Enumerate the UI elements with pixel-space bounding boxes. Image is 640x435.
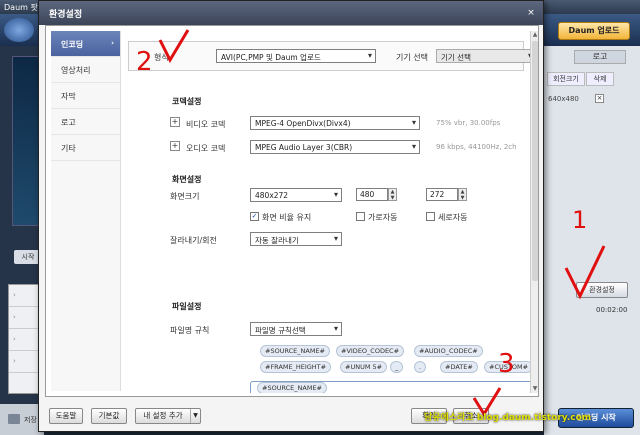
device-select[interactable]: 기기 선택 — [436, 49, 532, 63]
format-label: 형식 — [154, 53, 169, 62]
filename-rule-select[interactable]: 파일명 규칙선택 — [250, 322, 342, 336]
video-codec-label: 비디오 코덱 — [186, 120, 226, 129]
app-logo-icon — [4, 18, 34, 42]
list-item[interactable]: › — [9, 307, 41, 329]
nav-item-label: 인코딩 — [61, 40, 84, 49]
tag-frame-height[interactable]: #FRAME_HEIGHT# — [260, 361, 332, 373]
chevron-right-icon: › — [111, 39, 114, 47]
tag-date[interactable]: #DATE# — [440, 361, 478, 373]
auto-height-checkbox[interactable] — [426, 212, 435, 221]
app-title: Daum 팟 — [4, 3, 38, 12]
nav-item-label: 자막 — [61, 92, 76, 101]
content-scrollbar[interactable]: ▲ ▼ — [530, 31, 538, 393]
settings-nav: 인코딩 › 영상처리 자막 로고 기타 — [51, 31, 121, 391]
tag-source-name[interactable]: #SOURCE_NAME# — [260, 345, 331, 357]
app-right-panel — [544, 46, 640, 435]
nav-item-label: 로고 — [61, 118, 76, 127]
folder-icon[interactable] — [8, 414, 20, 424]
auto-width-label: 가로자동 — [368, 213, 398, 222]
resolution-value: 640x480 — [548, 95, 579, 103]
list-item[interactable]: › — [9, 351, 41, 373]
nav-item-logo[interactable]: 로고 — [51, 109, 120, 135]
column-header-delete: 삭제 — [586, 72, 614, 86]
width-input[interactable]: 480 — [356, 188, 388, 201]
settings-content: 형식 AVI(PC,PMP 및 Daum 업로드 기기 선택 기기 선택 코덱설… — [124, 31, 532, 393]
height-stepper[interactable]: ▲ ▼ — [458, 188, 467, 201]
tag-audio-codec[interactable]: #AUDIO_CODEC# — [414, 345, 483, 357]
filename-input[interactable]: #SOURCE_NAME# — [250, 381, 532, 393]
settings-dialog: 환경설정 × 인코딩 › 영상처리 자막 로고 기타 형식 AVI(PC,PMP… — [38, 0, 544, 432]
save-label: 저장 — [24, 416, 37, 424]
dialog-title: 환경설정 — [39, 1, 543, 25]
device-label: 기기 선택 — [396, 53, 428, 62]
tag-underscore[interactable]: _ — [390, 361, 404, 373]
tag-custom[interactable]: #CUSTOM# — [484, 361, 532, 373]
nav-item-subtitle[interactable]: 자막 — [51, 83, 120, 109]
add-my-setting-label: 내 설정 추가 — [143, 411, 183, 420]
remove-icon[interactable]: × — [595, 94, 604, 103]
list-item[interactable]: › — [9, 285, 41, 307]
height-input[interactable]: 272 — [426, 188, 458, 201]
scroll-down-icon[interactable]: ▼ — [531, 385, 539, 393]
list-item[interactable]: › — [9, 329, 41, 351]
keep-ratio-label: 화면 비율 유지 — [262, 213, 312, 222]
scroll-thumb[interactable] — [532, 41, 538, 281]
nav-item-encoding[interactable]: 인코딩 › — [51, 31, 120, 57]
audio-codec-label: 오디오 코덱 — [186, 144, 226, 153]
chevron-down-icon[interactable]: ▼ — [190, 409, 200, 423]
timeline-time: 00:02:00 — [596, 306, 628, 314]
env-settings-button[interactable]: 환경설정 — [576, 282, 628, 298]
nav-item-etc[interactable]: 기타 — [51, 135, 120, 161]
video-codec-expand-icon[interactable]: + — [170, 117, 180, 127]
filename-tag: #SOURCE_NAME# — [257, 382, 328, 393]
tag-video-codec[interactable]: #VIDEO_CODEC# — [336, 345, 405, 357]
screen-section-title: 화면설정 — [172, 175, 202, 184]
filename-rule-label: 파일명 규칙 — [170, 326, 210, 335]
audio-codec-hint: 96 kbps, 44100Hz, 2ch — [436, 143, 517, 151]
crop-label: 잘라내기/회전 — [170, 236, 217, 245]
codec-section-title: 코덱설정 — [172, 97, 202, 106]
default-button[interactable]: 기본값 — [91, 408, 127, 424]
file-list: › › › › — [8, 284, 42, 394]
add-my-setting-button[interactable]: 내 설정 추가 ▼ — [135, 408, 201, 424]
screen-size-select[interactable]: 480x272 — [250, 188, 342, 202]
video-codec-hint: 75% vbr, 30.00fps — [436, 119, 501, 127]
crop-select[interactable]: 자동 잘라내기 — [250, 232, 342, 246]
blog-watermark: 담유에스라고 blog.daum.tistory.com — [424, 413, 592, 423]
file-section-title: 파일설정 — [172, 302, 202, 311]
audio-codec-select[interactable]: MPEG Audio Layer 3(CBR) — [250, 140, 420, 154]
tag-dot[interactable]: . — [414, 361, 427, 373]
scroll-up-icon[interactable]: ▲ — [531, 31, 539, 39]
daum-upload-button[interactable]: Daum 업로드 — [558, 22, 630, 40]
video-codec-select[interactable]: MPEG-4 OpenDivx(Divx4) — [250, 116, 420, 130]
width-stepper[interactable]: ▲ ▼ — [388, 188, 397, 201]
column-header-rotate: 회전크기 — [547, 72, 585, 86]
keep-ratio-checkbox[interactable]: ✓ — [250, 212, 259, 221]
dialog-body: 인코딩 › 영상처리 자막 로고 기타 형식 AVI(PC,PMP 및 Daum… — [45, 25, 539, 397]
close-icon[interactable]: × — [525, 7, 537, 19]
format-select[interactable]: AVI(PC,PMP 및 Daum 업로드 — [216, 49, 376, 63]
help-button[interactable]: 도움말 — [49, 408, 83, 424]
nav-item-video-processing[interactable]: 영상처리 — [51, 57, 120, 83]
tag-unum[interactable]: #UNUM 5# — [340, 361, 388, 373]
tab-logo[interactable]: 로고 — [574, 50, 626, 64]
audio-codec-expand-icon[interactable]: + — [170, 141, 180, 151]
auto-width-checkbox[interactable] — [356, 212, 365, 221]
auto-height-label: 세로자동 — [438, 213, 468, 222]
nav-item-label: 기타 — [61, 144, 76, 153]
nav-item-label: 영상처리 — [61, 66, 91, 75]
screen-size-label: 화면크기 — [170, 192, 200, 201]
